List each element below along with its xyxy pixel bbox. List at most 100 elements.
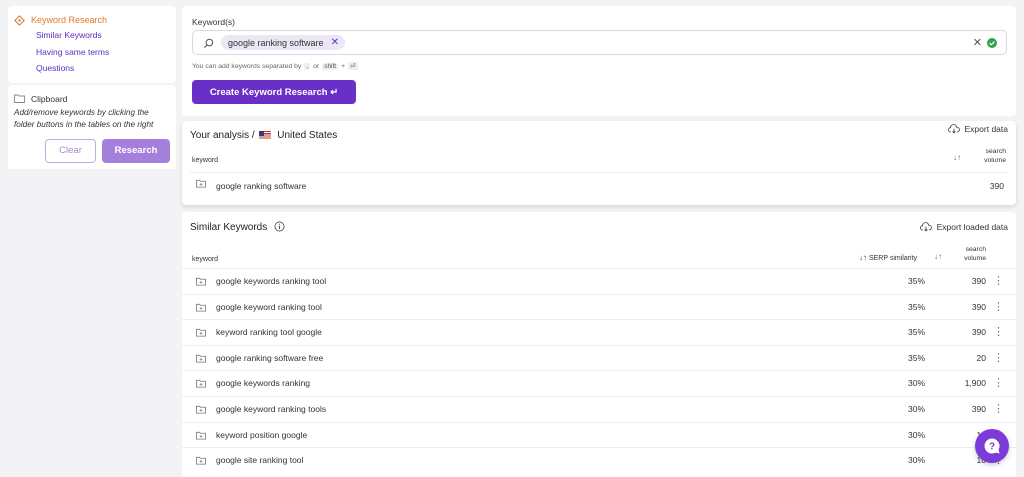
row-serp-similarity: 30% xyxy=(907,429,925,440)
clipboard-title: Clipboard xyxy=(31,93,68,104)
similar-keywords-panel: Similar Keywords Export loaded data keyw… xyxy=(182,212,1016,477)
country-label: United States xyxy=(277,130,338,141)
col-header-serp-similarity[interactable]: ↓↑ SERP similarity xyxy=(859,253,917,262)
more-options-icon[interactable]: ⋮ xyxy=(993,402,1004,415)
enter-key: ⏎ xyxy=(348,62,358,70)
analysis-row-keyword: google ranking software xyxy=(216,181,307,191)
analysis-row-volume: 390 xyxy=(989,181,1004,191)
diamond-target-icon xyxy=(14,14,25,26)
us-flag-icon xyxy=(259,131,272,139)
table-row: google keyword ranking tools 30% 390 ⋮ xyxy=(182,396,1016,422)
search-icon xyxy=(204,38,214,48)
analysis-title-text: Your analysis xyxy=(190,130,250,141)
keywords-input[interactable]: google ranking software ✕ ✕ xyxy=(192,30,1007,55)
keyword-chip-label: google ranking software xyxy=(228,37,324,48)
info-icon[interactable] xyxy=(274,221,285,232)
valid-check-icon xyxy=(987,38,997,48)
sort-icon[interactable]: ↓↑ xyxy=(953,153,961,162)
row-keyword[interactable]: google site ranking tool xyxy=(216,455,303,465)
separator-hint: You can add keywords separated by , or s… xyxy=(192,62,358,70)
col-header-search-volume[interactable]: search volume xyxy=(946,246,986,263)
clear-button[interactable]: Clear xyxy=(45,138,97,163)
col-header-keyword: keyword xyxy=(192,256,219,263)
folder-add-icon[interactable] xyxy=(196,328,206,337)
folder-add-icon[interactable] xyxy=(196,405,206,414)
row-serp-similarity: 30% xyxy=(907,455,925,466)
keywords-label: Keyword(s) xyxy=(192,17,235,27)
folder-add-icon[interactable] xyxy=(196,303,206,312)
row-keyword[interactable]: google keywords ranking xyxy=(216,378,310,388)
hint-plus: + xyxy=(341,62,346,70)
row-keyword[interactable]: keyword ranking tool google xyxy=(216,327,322,337)
clipboard-card: Clipboard Add/remove keywords by clickin… xyxy=(8,84,176,169)
folder-add-icon[interactable] xyxy=(196,431,206,440)
row-search-volume: 390 xyxy=(971,327,986,338)
more-options-icon[interactable]: ⋮ xyxy=(993,351,1004,364)
table-row: keyword ranking tool google 35% 390 ⋮ xyxy=(182,319,1016,345)
clear-input-icon[interactable]: ✕ xyxy=(973,36,982,49)
hint-text: You can add keywords separated by xyxy=(192,62,302,70)
export-data-label: Export data xyxy=(964,124,1008,134)
comma-key: , xyxy=(304,62,311,70)
analysis-panel: Your analysis / United States Export dat… xyxy=(182,121,1016,205)
help-button[interactable]: ? xyxy=(975,429,1009,463)
col-header-search-volume[interactable]: search volume xyxy=(966,148,1006,165)
export-loaded-data-label: Export loaded data xyxy=(936,222,1008,232)
row-search-volume: 390 xyxy=(971,301,986,312)
research-button[interactable]: Research xyxy=(102,138,170,163)
folder-add-icon[interactable] xyxy=(196,456,206,465)
table-row: keyword position google30%14⋮ xyxy=(182,421,1016,448)
export-data-button[interactable]: Export data xyxy=(947,124,1008,134)
sidebar-link-questions[interactable]: Questions xyxy=(36,60,170,77)
row-search-volume: 390 xyxy=(971,276,986,286)
row-keyword[interactable]: google keywords ranking tool xyxy=(216,276,326,286)
folder-icon xyxy=(14,94,25,103)
svg-text:?: ? xyxy=(989,442,995,453)
folder-add-icon[interactable] xyxy=(196,379,206,388)
table-row: google keyword ranking tool 35% 390 ⋮ xyxy=(182,293,1016,320)
row-search-volume: 390 xyxy=(971,404,986,414)
help-chat-icon: ? xyxy=(984,438,1000,454)
more-options-icon[interactable]: ⋮ xyxy=(993,300,1004,313)
row-serp-similarity: 35% xyxy=(907,352,925,363)
keyword-chip[interactable]: google ranking software ✕ xyxy=(221,35,345,50)
row-serp-similarity: 30% xyxy=(907,378,925,389)
folder-add-icon[interactable] xyxy=(196,179,206,188)
sidebar-link-having-same-terms[interactable]: Having same terms xyxy=(36,44,170,61)
similar-keywords-title: Similar Keywords xyxy=(190,221,285,233)
row-keyword[interactable]: google ranking software free xyxy=(216,353,323,363)
folder-add-icon[interactable] xyxy=(196,277,206,286)
more-options-icon[interactable]: ⋮ xyxy=(993,325,1004,338)
table-row: google keywords ranking tool 35% 390 ⋮ xyxy=(182,268,1016,294)
shift-key: shift xyxy=(322,62,339,70)
more-options-icon[interactable]: ⋮ xyxy=(993,274,1004,287)
clipboard-description: Add/remove keywords by clicking the fold… xyxy=(14,107,154,130)
analysis-title: Your analysis / United States xyxy=(190,130,337,141)
col-header-keyword: keyword xyxy=(192,157,219,164)
sort-active-icon: ↓↑ xyxy=(859,253,867,262)
sidebar: Keyword Research Similar Keywords Having… xyxy=(8,6,176,169)
row-keyword[interactable]: google keyword ranking tool xyxy=(216,302,322,312)
cloud-download-icon xyxy=(919,222,932,232)
row-serp-similarity: 35% xyxy=(907,301,925,312)
folder-add-icon[interactable] xyxy=(196,354,206,363)
clipboard-heading: Clipboard xyxy=(14,93,170,105)
keyword-research-heading[interactable]: Keyword Research xyxy=(14,13,170,27)
keyword-research-label: Keyword Research xyxy=(31,15,108,25)
export-loaded-data-button[interactable]: Export loaded data xyxy=(919,222,1008,232)
title-separator: / xyxy=(251,130,255,141)
row-keyword[interactable]: google keyword ranking tools xyxy=(216,404,326,414)
hint-or: or xyxy=(313,62,320,70)
cloud-download-icon xyxy=(947,124,960,134)
row-search-volume: 20 xyxy=(976,352,986,363)
more-options-icon[interactable]: ⋮ xyxy=(993,376,1004,389)
row-serp-similarity: 35% xyxy=(907,276,925,286)
sort-icon[interactable]: ↓↑ xyxy=(934,252,942,261)
row-keyword[interactable]: keyword position google xyxy=(216,430,307,440)
row-serp-similarity: 35% xyxy=(907,327,925,338)
row-search-volume: 1,900 xyxy=(964,378,986,389)
remove-chip-icon[interactable]: ✕ xyxy=(331,37,339,48)
create-keyword-research-button[interactable]: Create Keyword Research ↵ xyxy=(192,80,356,104)
sidebar-link-similar-keywords[interactable]: Similar Keywords xyxy=(36,27,170,44)
keyword-research-nav: Keyword Research Similar Keywords Having… xyxy=(8,6,176,83)
